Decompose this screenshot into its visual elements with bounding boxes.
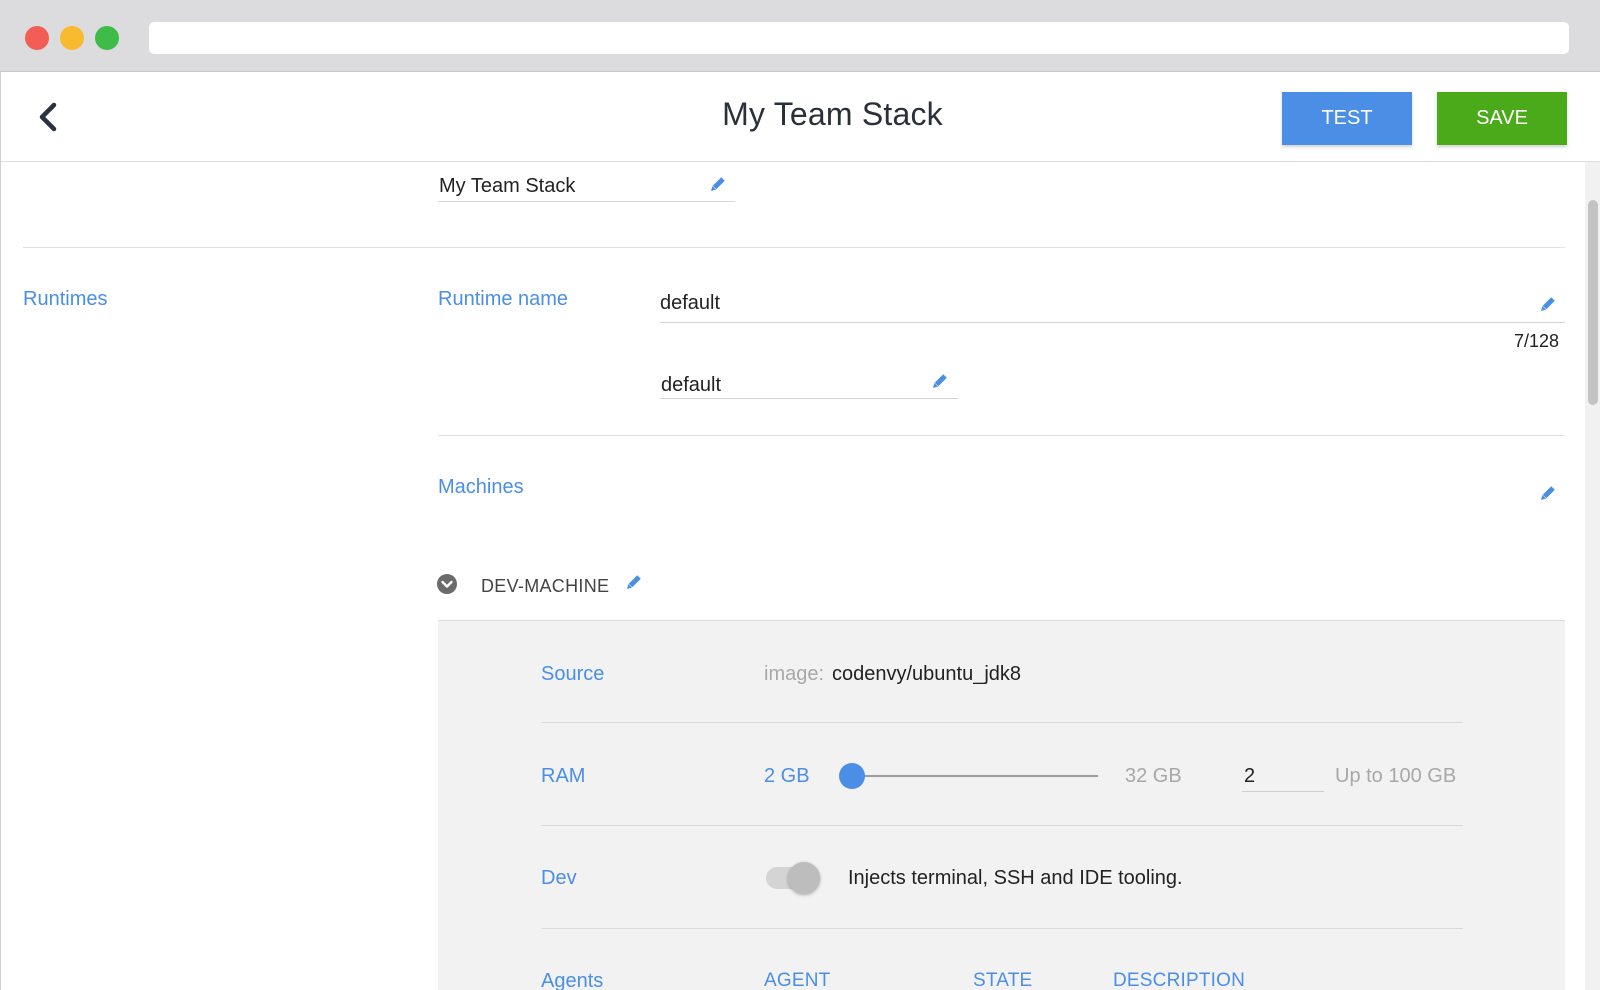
ram-input[interactable] <box>1242 762 1324 792</box>
edit-environment-button[interactable] <box>930 373 948 391</box>
row-divider <box>541 722 1463 723</box>
pencil-icon <box>1540 297 1555 312</box>
ram-label: RAM <box>541 765 586 787</box>
close-window-button[interactable] <box>25 26 49 50</box>
dev-toggle-knob[interactable] <box>788 862 820 894</box>
source-label: Source <box>541 663 605 685</box>
runtime-name-underline <box>660 322 1565 323</box>
pencil-icon <box>1540 486 1555 501</box>
description-column-header[interactable]: DESCRIPTION <box>1113 970 1245 990</box>
runtime-name-label: Runtime name <box>438 288 569 310</box>
ram-slider-thumb[interactable] <box>839 763 865 789</box>
state-column-header[interactable]: STATE <box>973 970 1032 990</box>
pencil-icon <box>932 374 947 389</box>
pencil-icon <box>710 177 725 192</box>
minimize-window-button[interactable] <box>60 26 84 50</box>
row-divider <box>541 825 1463 826</box>
save-button[interactable]: SAVE <box>1437 92 1567 145</box>
ram-slider-track[interactable] <box>852 775 1098 777</box>
maximize-window-button[interactable] <box>95 26 119 50</box>
address-bar[interactable] <box>149 22 1569 54</box>
dev-description: Injects terminal, SSH and IDE tooling. <box>848 867 1183 889</box>
runtimes-section-label: Runtimes <box>23 288 108 310</box>
edit-runtime-name-button[interactable] <box>1538 296 1556 314</box>
source-value: codenvy/ubuntu_jdk8 <box>832 663 1022 685</box>
browser-chrome <box>0 0 1600 72</box>
expand-machine-button[interactable] <box>437 574 457 594</box>
pencil-icon <box>626 575 641 590</box>
machines-section-label: Machines <box>438 476 524 498</box>
environment-field[interactable]: default <box>661 374 721 397</box>
stack-name-value[interactable]: My Team Stack <box>439 175 575 198</box>
machines-divider <box>438 435 1565 436</box>
scrollbar-thumb[interactable] <box>1588 200 1598 405</box>
dev-label: Dev <box>541 867 577 889</box>
stack-name-underline <box>438 201 735 202</box>
agents-label: Agents <box>541 970 604 990</box>
row-divider <box>541 928 1463 929</box>
edit-machines-button[interactable] <box>1538 485 1556 503</box>
runtime-name-field[interactable]: default <box>660 292 720 315</box>
ram-limit-label: Up to 100 GB <box>1335 765 1457 787</box>
edit-stack-name-button[interactable] <box>708 176 726 194</box>
machine-name: DEV-MACHINE <box>481 576 610 596</box>
test-button[interactable]: TEST <box>1282 92 1412 145</box>
ram-max-label: 32 GB <box>1125 765 1182 787</box>
source-prefix: image: <box>764 663 825 685</box>
section-divider <box>23 247 1565 248</box>
chevron-down-circle-icon <box>441 580 453 588</box>
frame-border <box>0 72 1 990</box>
runtime-name-counter: 7/128 <box>1514 331 1560 351</box>
page-header: My Team Stack TEST SAVE <box>1 72 1600 162</box>
agent-column-header[interactable]: AGENT <box>764 970 830 990</box>
edit-machine-name-button[interactable] <box>624 574 642 592</box>
environment-underline <box>660 398 958 399</box>
ram-min-label: 2 GB <box>764 765 810 787</box>
